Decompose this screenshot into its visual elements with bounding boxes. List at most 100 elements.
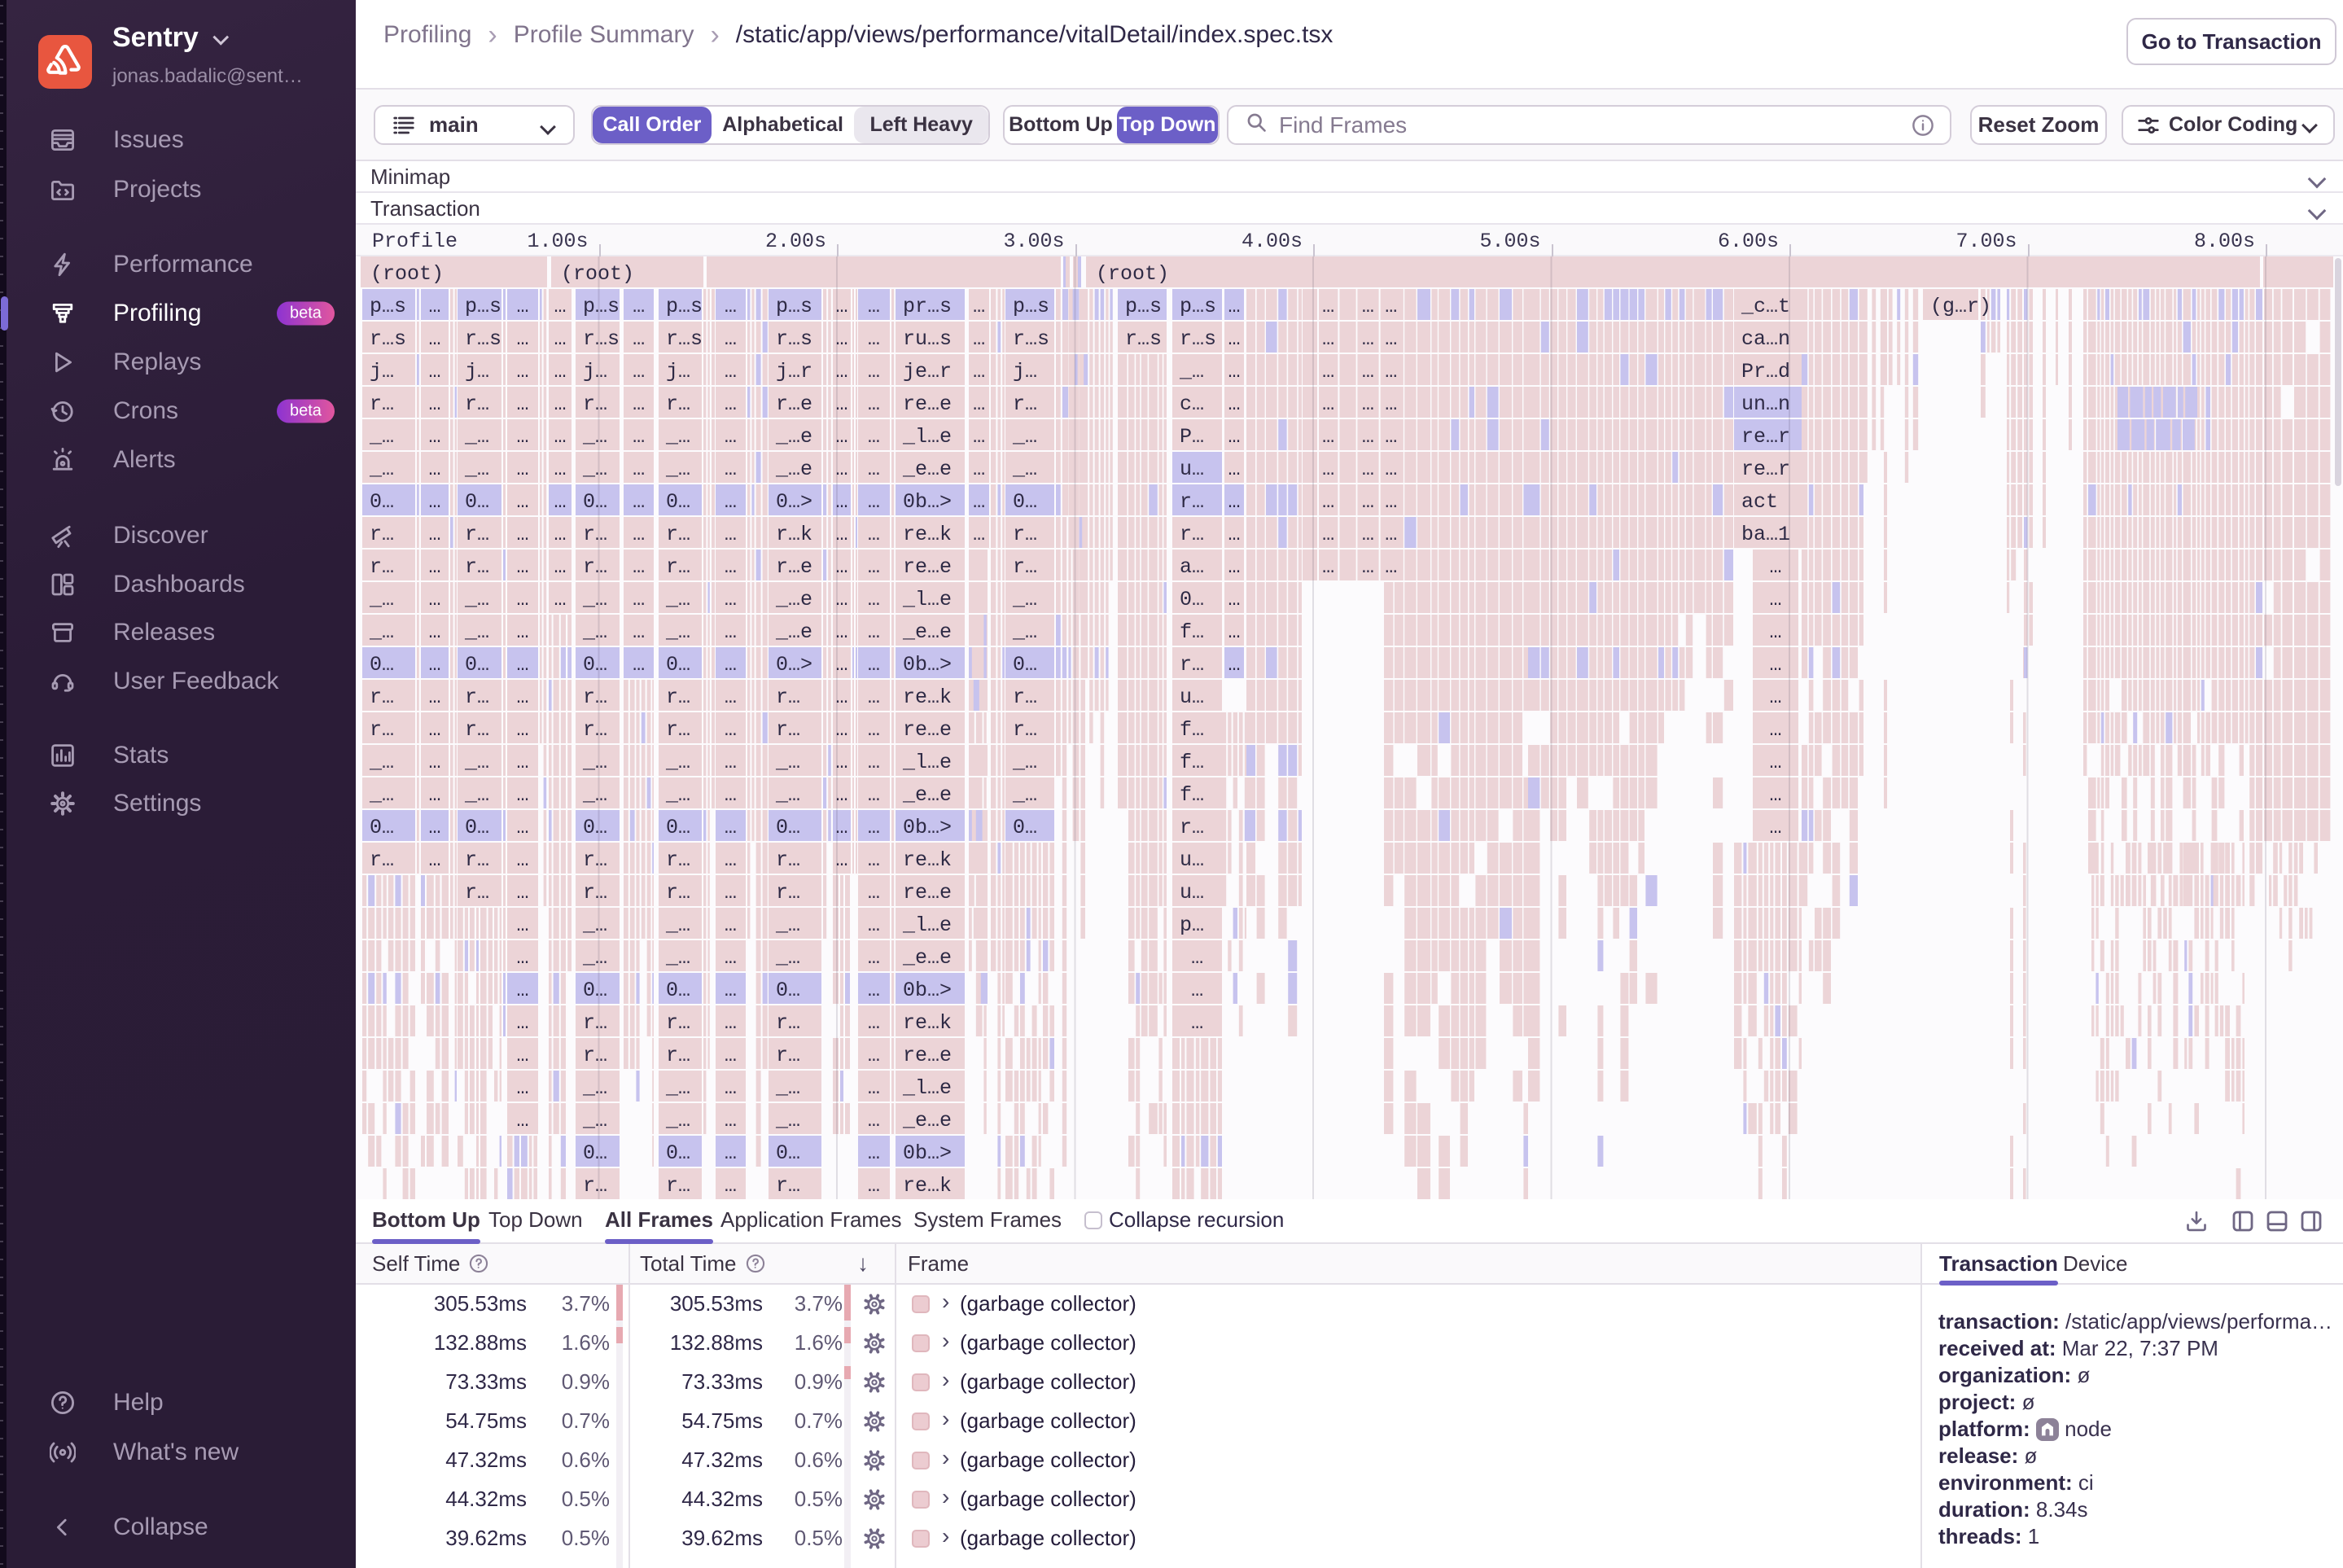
- svg-text:r…: r…: [370, 523, 394, 546]
- svg-text:…: …: [1322, 490, 1334, 514]
- svg-text:0b…>: 0b…>: [903, 1141, 952, 1165]
- svg-text:…: …: [1385, 523, 1397, 546]
- svg-text:…: …: [973, 327, 985, 351]
- svg-text:r…: r…: [583, 848, 607, 872]
- svg-text:p…s: p…s: [1013, 295, 1049, 318]
- svg-text:…: …: [868, 588, 880, 611]
- svg-text:0…: 0…: [666, 653, 690, 677]
- svg-text:r…: r…: [465, 848, 489, 872]
- svg-text:ba…1: ba…1: [1741, 523, 1790, 546]
- svg-text:…: …: [868, 848, 880, 872]
- svg-text:…: …: [554, 458, 566, 481]
- svg-text:…: …: [428, 458, 440, 481]
- svg-text:…: …: [1769, 718, 1781, 742]
- svg-text:_…: _…: [582, 946, 607, 970]
- svg-text:…: …: [554, 588, 566, 611]
- svg-text:_…: _…: [369, 458, 394, 481]
- svg-text:re…k: re…k: [903, 523, 952, 546]
- svg-text:r…: r…: [776, 718, 800, 742]
- svg-text:r…e: r…e: [776, 555, 812, 579]
- svg-text:…: …: [973, 458, 985, 481]
- svg-text:a…: a…: [1180, 555, 1204, 579]
- svg-text:_…: _…: [1012, 458, 1037, 481]
- svg-text:r…: r…: [666, 1011, 690, 1035]
- svg-text:…: …: [1228, 490, 1240, 514]
- svg-text:p…s: p…s: [465, 295, 501, 318]
- svg-text:Pr…d: Pr…d: [1741, 360, 1790, 383]
- svg-text:_…: _…: [582, 425, 607, 449]
- svg-text:re…r: re…r: [1741, 458, 1790, 481]
- svg-text:…: …: [725, 653, 737, 677]
- svg-text:…: …: [868, 327, 880, 351]
- svg-text:_…: _…: [665, 425, 690, 449]
- svg-text:r…: r…: [1180, 653, 1204, 677]
- svg-text:_…: _…: [464, 425, 489, 449]
- svg-text:r…: r…: [583, 1044, 607, 1067]
- svg-text:_…: _…: [582, 1076, 607, 1100]
- svg-text:_e…e: _e…e: [902, 620, 952, 644]
- svg-text:re…k: re…k: [903, 685, 952, 709]
- svg-text:_…e: _…e: [775, 588, 812, 611]
- svg-text:…: …: [516, 1044, 528, 1067]
- svg-text:un…n: un…n: [1741, 392, 1790, 416]
- svg-text:…: …: [973, 392, 985, 416]
- svg-text:r…: r…: [465, 685, 489, 709]
- svg-text:re…k: re…k: [903, 848, 952, 872]
- svg-text:_…: _…: [1012, 620, 1037, 644]
- svg-text:…: …: [1228, 620, 1240, 644]
- svg-text:…: …: [1362, 490, 1374, 514]
- svg-text:r…: r…: [776, 1011, 800, 1035]
- svg-text:_…: _…: [665, 946, 690, 970]
- svg-text:…: …: [428, 751, 440, 774]
- svg-text:…: …: [868, 1044, 880, 1067]
- svg-text:0…: 0…: [1013, 490, 1037, 514]
- svg-text:p…s: p…s: [776, 295, 812, 318]
- svg-text:je…r: je…r: [903, 360, 952, 383]
- svg-text:u…: u…: [1180, 881, 1204, 904]
- svg-text:_l…e: _l…e: [902, 1076, 952, 1100]
- svg-text:…: …: [1769, 816, 1781, 839]
- svg-text:0…: 0…: [583, 490, 607, 514]
- svg-text:…: …: [516, 1109, 528, 1132]
- svg-text:…: …: [1362, 392, 1374, 416]
- svg-text:_…: _…: [775, 913, 800, 937]
- svg-text:_…: _…: [665, 913, 690, 937]
- svg-text:r…: r…: [666, 848, 690, 872]
- svg-text:f…: f…: [1180, 783, 1204, 807]
- svg-text:_l…e: _l…e: [902, 751, 952, 774]
- svg-text:_…: _…: [775, 1076, 800, 1100]
- svg-text:r…: r…: [465, 392, 489, 416]
- svg-text:r…: r…: [370, 718, 394, 742]
- svg-text:…: …: [633, 327, 645, 351]
- svg-text:…: …: [1322, 360, 1334, 383]
- svg-text:_…e: _…e: [775, 425, 812, 449]
- svg-text:j…: j…: [666, 360, 690, 383]
- svg-text:…: …: [633, 490, 645, 514]
- svg-text:…: …: [633, 295, 645, 318]
- svg-text:…: …: [516, 555, 528, 579]
- svg-text:_…: _…: [1012, 588, 1037, 611]
- svg-text:0…: 0…: [583, 1141, 607, 1165]
- svg-text:_…: _…: [369, 751, 394, 774]
- svg-text:u…: u…: [1180, 685, 1204, 709]
- svg-text:…: …: [516, 848, 528, 872]
- svg-text:_…: _…: [369, 620, 394, 644]
- svg-text:…: …: [868, 1109, 880, 1132]
- svg-text:…: …: [1769, 620, 1781, 644]
- svg-text:0…: 0…: [370, 653, 394, 677]
- svg-text:0…: 0…: [776, 1141, 800, 1165]
- svg-text:…: …: [554, 523, 566, 546]
- svg-text:…: …: [1322, 555, 1334, 579]
- svg-text:r…: r…: [666, 685, 690, 709]
- svg-text:r…: r…: [666, 1174, 690, 1198]
- svg-text:0…: 0…: [465, 490, 489, 514]
- svg-text:u…: u…: [1180, 848, 1204, 872]
- svg-text:_…: _…: [775, 751, 800, 774]
- svg-text:…: …: [868, 946, 880, 970]
- svg-text:r…: r…: [583, 881, 607, 904]
- svg-text:…: …: [725, 1174, 737, 1198]
- svg-text:…: …: [428, 490, 440, 514]
- svg-text:r…s: r…s: [465, 327, 501, 351]
- svg-text:…: …: [725, 848, 737, 872]
- svg-text:…: …: [1228, 392, 1240, 416]
